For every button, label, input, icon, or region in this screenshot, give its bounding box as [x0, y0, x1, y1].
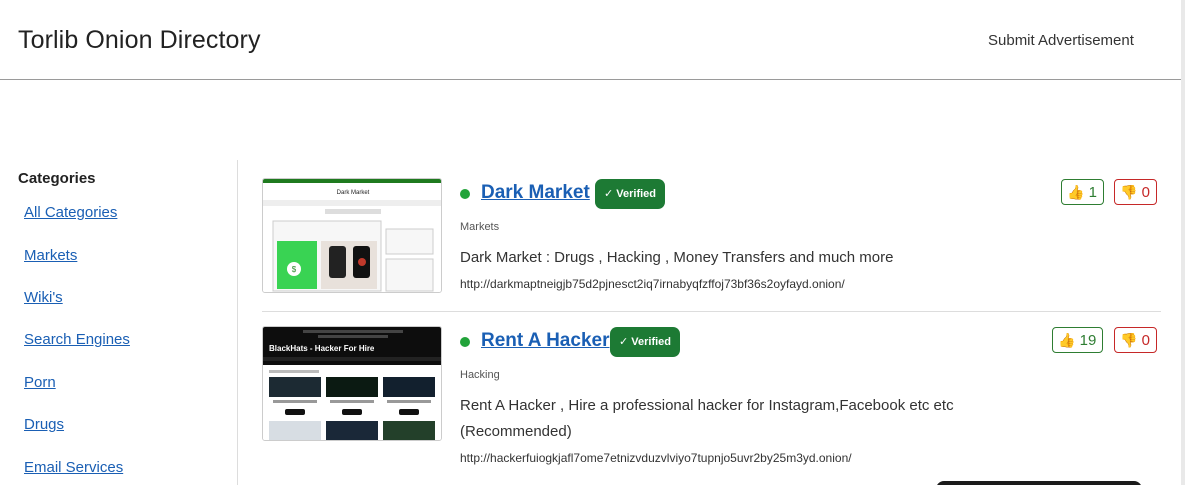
- listing-category: Hacking: [460, 369, 500, 381]
- downvote-button[interactable]: 👎 0: [1114, 179, 1157, 205]
- listing-card: Dark Market $ Dark Market ✓ Verified Mar…: [262, 178, 1161, 312]
- categories-sidebar: Categories All Categories Markets Wiki's…: [0, 160, 238, 485]
- listing-card: BlackHats - Hacker For Hire Rent A Hacke…: [262, 326, 1161, 485]
- sidebar-item-search-engines[interactable]: Search Engines: [24, 331, 130, 348]
- sidebar-item-markets[interactable]: Markets: [24, 247, 77, 264]
- sidebar-item-all-categories[interactable]: All Categories: [24, 204, 117, 221]
- listing-category: Markets: [460, 221, 500, 233]
- listing-thumbnail[interactable]: Dark Market $: [262, 178, 442, 293]
- downvote-count: 0: [1141, 184, 1150, 201]
- thumbs-up-icon: 👍: [1058, 332, 1076, 348]
- upvote-count: 19: [1079, 332, 1097, 349]
- categories-heading: Categories: [18, 170, 96, 187]
- downvote-count: 0: [1141, 332, 1150, 349]
- verified-badge: ✓ Verified: [610, 327, 681, 357]
- thumbs-down-icon: 👎: [1120, 332, 1138, 348]
- dark-market-screenshot-image: Dark Market $: [263, 179, 441, 292]
- floating-button-partial[interactable]: [936, 481, 1142, 485]
- thumbs-up-icon: 👍: [1067, 184, 1085, 200]
- sidebar-item-wikis[interactable]: Wiki's: [24, 289, 63, 306]
- downvote-button[interactable]: 👎 0: [1114, 327, 1157, 353]
- thumb-title: BlackHats - Hacker For Hire: [269, 344, 375, 353]
- svg-text:$: $: [292, 265, 297, 274]
- sidebar-item-drugs[interactable]: Drugs: [24, 416, 64, 433]
- thumbs-down-icon: 👎: [1120, 184, 1138, 200]
- listing-title-link[interactable]: Dark Market: [481, 182, 590, 204]
- listing-onion-url[interactable]: http://hackerfuiogkjafl7ome7etnizvduzvlv…: [460, 451, 852, 465]
- thumb-title: Dark Market: [337, 190, 370, 196]
- sidebar-item-email-services[interactable]: Email Services: [24, 459, 123, 476]
- listing-description: Rent A Hacker , Hire a professional hack…: [460, 397, 954, 440]
- listing-title-link[interactable]: Rent A Hacker: [481, 330, 609, 352]
- sidebar-item-porn[interactable]: Porn: [24, 374, 56, 391]
- page-scrollbar[interactable]: [1181, 0, 1185, 485]
- submit-advertisement-link[interactable]: Submit Advertisement: [988, 32, 1134, 49]
- online-status-dot: [460, 189, 470, 199]
- online-status-dot: [460, 337, 470, 347]
- upvote-button[interactable]: 👍 19: [1052, 327, 1104, 353]
- listing-description: Dark Market : Drugs , Hacking , Money Tr…: [460, 249, 894, 266]
- upvote-button[interactable]: 👍 1: [1061, 179, 1104, 205]
- verified-badge: ✓ Verified: [595, 179, 666, 209]
- listing-onion-url[interactable]: http://darkmaptneigjb75d2pjnesct2iq7irna…: [460, 277, 845, 291]
- blackhats-screenshot-image: BlackHats - Hacker For Hire: [263, 327, 441, 440]
- listing-thumbnail[interactable]: BlackHats - Hacker For Hire: [262, 326, 442, 441]
- site-title[interactable]: Torlib Onion Directory: [18, 26, 261, 55]
- upvote-count: 1: [1088, 184, 1097, 201]
- site-header: Torlib Onion Directory Submit Advertisem…: [0, 0, 1181, 80]
